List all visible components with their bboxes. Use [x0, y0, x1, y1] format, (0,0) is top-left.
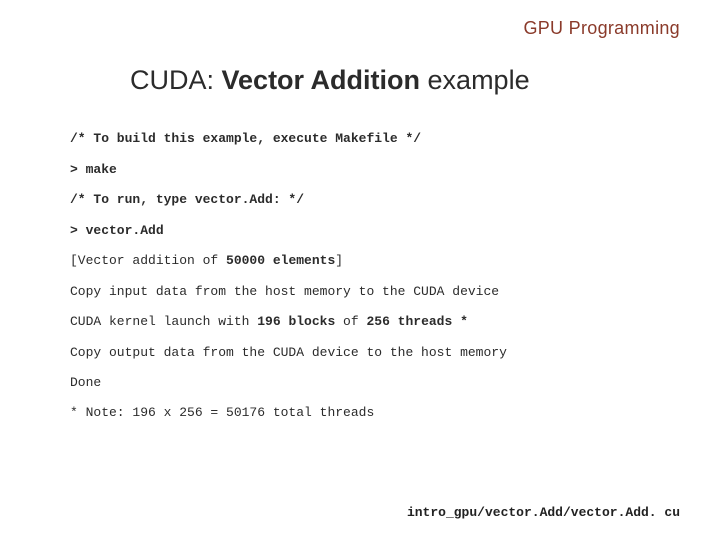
- cmd-vectoradd: > vector.Add: [70, 222, 680, 240]
- output-header: [Vector addition of 50000 elements]: [70, 252, 680, 270]
- footnote: * Note: 196 x 256 = 50176 total threads: [60, 405, 680, 420]
- slide-header: GPU Programming: [60, 18, 680, 39]
- title-bold: Vector Addition: [222, 65, 421, 95]
- output-elements-count: 50000 elements: [226, 253, 335, 268]
- title-post: example: [420, 65, 530, 95]
- kernel-threads: 256 threads *: [366, 314, 467, 329]
- code-body: /* To build this example, execute Makefi…: [60, 130, 680, 392]
- cmd-make: > make: [70, 161, 680, 179]
- slide-title: CUDA: Vector Addition example: [130, 65, 680, 96]
- output-done: Done: [70, 374, 680, 392]
- kernel-pre: CUDA kernel launch with: [70, 314, 257, 329]
- output-copy-out: Copy output data from the CUDA device to…: [70, 344, 680, 362]
- title-pre: CUDA:: [130, 65, 222, 95]
- output-header-pre: [Vector addition of: [70, 253, 226, 268]
- output-kernel: CUDA kernel launch with 196 blocks of 25…: [70, 313, 680, 331]
- comment-run: /* To run, type vector.Add: */: [70, 191, 680, 209]
- slide: GPU Programming CUDA: Vector Addition ex…: [0, 0, 720, 540]
- kernel-mid: of: [335, 314, 366, 329]
- kernel-blocks: 196 blocks: [257, 314, 335, 329]
- output-copy-in: Copy input data from the host memory to …: [70, 283, 680, 301]
- source-path: intro_gpu/vector.Add/vector.Add. cu: [407, 505, 680, 520]
- comment-build: /* To build this example, execute Makefi…: [70, 130, 680, 148]
- output-header-post: ]: [335, 253, 343, 268]
